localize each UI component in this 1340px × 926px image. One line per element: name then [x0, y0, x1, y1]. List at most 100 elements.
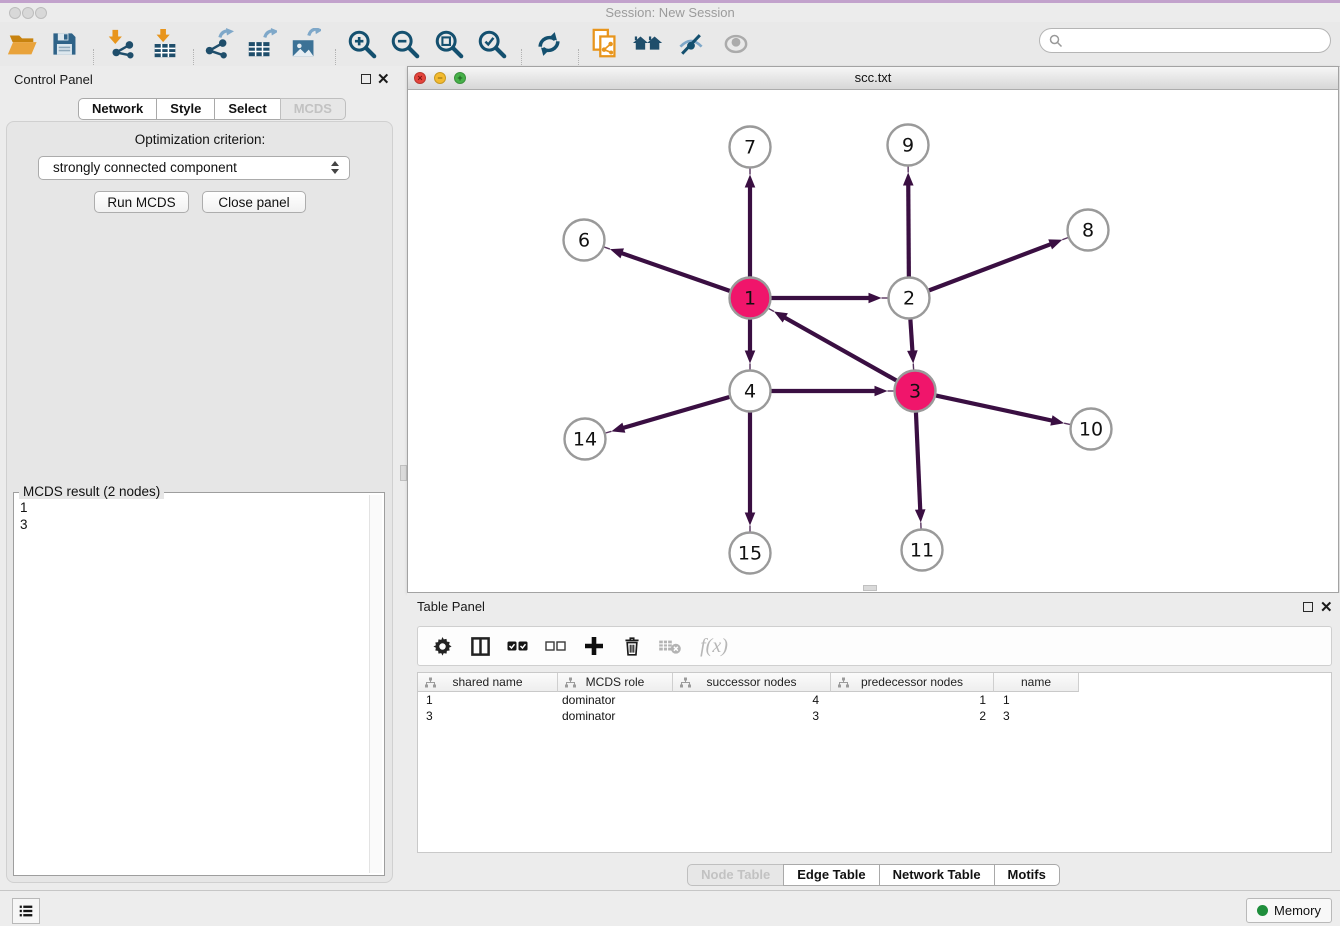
table-float-icon[interactable]: [1303, 602, 1313, 612]
memory-status-icon: [1257, 905, 1268, 916]
graph-edge[interactable]: [936, 396, 1053, 421]
task-history-button[interactable]: [12, 898, 40, 924]
table-panel: Table Panel ✕: [407, 593, 1340, 890]
memory-label: Memory: [1274, 903, 1321, 918]
table-cell[interactable]: 2: [831, 708, 994, 724]
table-cell[interactable]: 1: [994, 692, 1079, 708]
tab-network-table[interactable]: Network Table: [879, 864, 995, 886]
table-cell[interactable]: 3: [994, 708, 1079, 724]
graph-edge[interactable]: [620, 253, 729, 291]
close-panel-icon[interactable]: ✕: [377, 74, 390, 86]
graph-edge[interactable]: [784, 317, 897, 381]
graph-edge-tip-line: [769, 309, 774, 312]
control-panel-title: Control Panel: [14, 72, 93, 87]
graph-edge[interactable]: [908, 183, 909, 276]
panel-splitter[interactable]: [400, 66, 407, 890]
delete-row-icon[interactable]: [620, 636, 644, 657]
graph-edge-arrowhead: [869, 293, 882, 304]
table-row[interactable]: 3dominator323: [418, 708, 1331, 724]
clone-network-icon[interactable]: [586, 25, 624, 63]
float-panel-icon[interactable]: [361, 74, 371, 84]
search-box: [1039, 28, 1331, 53]
table-close-icon[interactable]: ✕: [1320, 602, 1333, 614]
network-canvas[interactable]: 7968124314101511: [408, 89, 1338, 592]
window-close-button[interactable]: [9, 7, 21, 19]
show-columns-icon[interactable]: [468, 636, 492, 657]
export-network-icon[interactable]: [199, 25, 237, 63]
export-image-icon[interactable]: [286, 25, 324, 63]
splitter-grip[interactable]: [400, 465, 407, 481]
column-header-successor-nodes[interactable]: successor nodes: [673, 673, 831, 692]
graph-edge-arrowhead: [745, 513, 756, 526]
graph-edge-tip-line: [604, 247, 610, 249]
graph-edge[interactable]: [916, 412, 920, 511]
column-header-shared-name[interactable]: shared name: [418, 673, 558, 692]
result-scrollbar[interactable]: [369, 495, 382, 873]
import-table-icon[interactable]: [146, 25, 184, 63]
column-header-MCDS-role[interactable]: MCDS role: [558, 673, 673, 692]
column-header-predecessor-nodes[interactable]: predecessor nodes: [831, 673, 994, 692]
select-all-icon[interactable]: [506, 635, 530, 657]
column-label: predecessor nodes: [861, 675, 963, 689]
column-header-name[interactable]: name: [994, 673, 1079, 692]
optimization-criterion-select[interactable]: strongly connected component: [38, 156, 350, 180]
table-cell[interactable]: dominator: [558, 708, 673, 724]
tab-network[interactable]: Network: [78, 98, 157, 120]
table-cell[interactable]: 3: [418, 708, 558, 724]
table-row[interactable]: 1dominator411: [418, 692, 1331, 708]
table-cell[interactable]: 4: [673, 692, 831, 708]
graph-edge-arrowhead: [915, 509, 926, 522]
graph-node-label: 1: [744, 288, 756, 310]
graph-edge-arrowhead: [907, 350, 918, 363]
add-row-icon[interactable]: [582, 635, 606, 657]
graph-edge-arrowhead: [903, 172, 914, 185]
graph-edge[interactable]: [910, 319, 912, 352]
open-session-icon[interactable]: [3, 25, 41, 63]
table-cell[interactable]: 1: [418, 692, 558, 708]
net-maximize-button[interactable]: +: [454, 72, 466, 84]
net-minimize-button[interactable]: −: [434, 72, 446, 84]
net-close-button[interactable]: ×: [414, 72, 426, 84]
hide-selected-icon[interactable]: [672, 25, 710, 63]
table-panel-title: Table Panel: [417, 599, 485, 614]
tab-select[interactable]: Select: [214, 98, 280, 120]
column-label: shared name: [452, 675, 522, 689]
table-cell[interactable]: 1: [831, 692, 994, 708]
tab-edge-table[interactable]: Edge Table: [783, 864, 879, 886]
deselect-all-icon[interactable]: [544, 635, 568, 657]
graph-edge[interactable]: [622, 397, 729, 428]
save-session-icon[interactable]: [45, 25, 83, 63]
control-panel-tabs: NetworkStyleSelectMCDS: [78, 98, 346, 120]
tab-mcds[interactable]: MCDS: [280, 98, 346, 120]
horizontal-splitter-grip[interactable]: [863, 585, 877, 591]
main-toolbar: [0, 22, 1340, 67]
run-mcds-button[interactable]: Run MCDS: [94, 191, 189, 213]
window-minimize-button[interactable]: [22, 7, 34, 19]
graph-edge[interactable]: [929, 244, 1052, 291]
search-input[interactable]: [1070, 30, 1324, 53]
import-network-icon[interactable]: [101, 25, 139, 63]
graph-node-label: 14: [573, 429, 597, 451]
export-table-icon[interactable]: [242, 25, 280, 63]
memory-button[interactable]: Memory: [1246, 898, 1332, 923]
graph-edge-tip-line: [1064, 423, 1070, 424]
zoom-out-icon[interactable]: [386, 25, 424, 63]
window-zoom-button[interactable]: [35, 7, 47, 19]
network-window-titlebar[interactable]: × − + scc.txt: [408, 67, 1338, 90]
table-cell[interactable]: 3: [673, 708, 831, 724]
table-cell[interactable]: dominator: [558, 692, 673, 708]
show-all-icon[interactable]: [717, 25, 755, 63]
settings-icon[interactable]: [430, 636, 454, 657]
fit-content-icon[interactable]: [430, 25, 468, 63]
zoom-in-icon[interactable]: [343, 25, 381, 63]
tab-style[interactable]: Style: [156, 98, 215, 120]
result-line: 1: [20, 499, 28, 516]
close-panel-button[interactable]: Close panel: [202, 191, 306, 213]
tab-node-table[interactable]: Node Table: [687, 864, 784, 886]
tab-motifs[interactable]: Motifs: [994, 864, 1060, 886]
graph-node-label: 2: [903, 288, 915, 310]
zoom-selected-icon[interactable]: [473, 25, 511, 63]
first-neighbors-icon[interactable]: [629, 25, 667, 63]
refresh-view-icon[interactable]: [530, 25, 568, 63]
graph-edge-arrowhead: [875, 386, 888, 397]
